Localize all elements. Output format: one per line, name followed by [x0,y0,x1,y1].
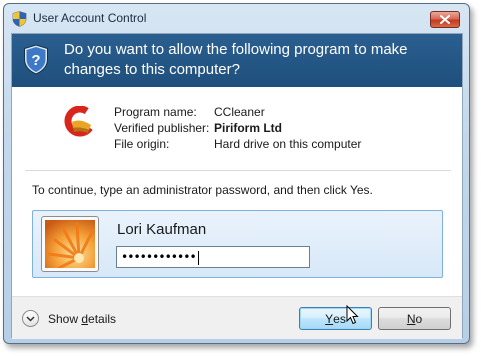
dialog-header: ? Do you want to allow the following pro… [12,34,462,87]
program-info: Program name: CCleaner Verified publishe… [114,104,361,152]
uac-dialog: User Account Control ? Do you want to al… [3,3,470,344]
show-details-button[interactable]: Show details [22,310,116,327]
close-icon [440,15,450,24]
no-button[interactable]: No [378,307,451,330]
text-caret [197,250,199,265]
program-name-value: CCleaner [214,105,265,119]
no-accel: N [406,311,416,326]
dialog-content: ? Do you want to allow the following pro… [11,33,463,339]
program-name-row: Program name: CCleaner [114,104,361,120]
password-mask: •••••••••••• [121,250,197,264]
chevron-down-icon [22,310,39,327]
user-avatar [41,216,99,272]
username: Lori Kaufman [117,221,207,238]
no-label: o [415,311,423,326]
show-details-label: Show details [48,311,117,326]
window-title: User Account Control [33,11,147,25]
file-origin-label: File origin: [114,137,170,151]
uac-shield-icon [12,11,27,27]
svg-text:?: ? [31,52,40,69]
program-name-label: Program name: [114,105,197,119]
close-button[interactable] [430,11,460,28]
uac-shield-icon: ? [24,44,48,75]
dialog-footer: Show details Yes No [12,296,462,339]
ccleaner-icon [64,106,96,137]
instruction-text: To continue, type an administrator passw… [32,183,373,197]
yes-accel: Y [325,311,334,326]
credential-tile[interactable]: Lori Kaufman •••••••••••• [32,210,443,278]
publisher-value: Piriform Ltd [214,121,282,135]
yes-button[interactable]: Yes [299,307,372,330]
password-field[interactable]: •••••••••••• [116,246,310,268]
flower-avatar [45,220,95,268]
file-origin-value: Hard drive on this computer [214,137,362,151]
dialog-question: Do you want to allow the following progr… [64,41,408,78]
divider [25,170,451,171]
title-bar[interactable]: User Account Control [4,4,469,32]
mouse-pointer-icon [346,305,359,325]
yes-label: es [333,311,346,326]
file-origin-row: File origin: Hard drive on this computer [114,136,361,152]
publisher-row: Verified publisher: Piriform Ltd [114,120,361,136]
publisher-label: Verified publisher: [114,121,210,135]
